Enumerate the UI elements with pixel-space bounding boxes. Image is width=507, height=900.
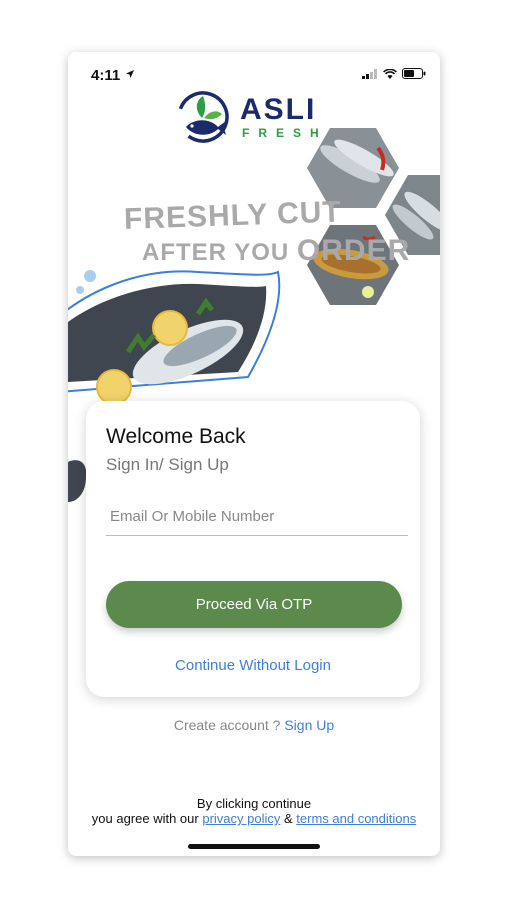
continue-without-login-link[interactable]: Continue Without Login xyxy=(86,657,420,674)
hero-tagline: FRESHLY CUT AFTER YOU ORDER xyxy=(123,195,410,266)
email-mobile-input[interactable] xyxy=(106,497,408,536)
legal-line-2: you agree with our privacy policy & term… xyxy=(68,811,440,826)
legal-prefix: you agree with our xyxy=(91,811,203,826)
create-account-row: Create account ? Sign Up xyxy=(68,717,440,733)
tagline-line-2-b: ORDER xyxy=(296,234,411,267)
tagline-line-2-a: AFTER YOU xyxy=(142,239,297,266)
login-subtitle: Sign In/ Sign Up xyxy=(106,455,229,474)
home-indicator[interactable] xyxy=(188,844,320,849)
battery-icon xyxy=(402,68,426,79)
tagline-line-1: FRESHLY CUT xyxy=(123,195,343,236)
status-icons xyxy=(362,68,426,79)
tagline-line-2: AFTER YOU ORDER xyxy=(142,236,410,266)
proceed-otp-button[interactable]: Proceed Via OTP xyxy=(106,581,402,628)
sign-up-link[interactable]: Sign Up xyxy=(284,717,334,733)
create-account-label: Create account ? xyxy=(173,717,285,733)
login-title: Welcome Back xyxy=(106,425,246,448)
wifi-icon xyxy=(383,68,397,79)
status-time: 4:11 xyxy=(91,67,121,84)
login-card: Welcome Back Sign In/ Sign Up Proceed Vi… xyxy=(86,401,420,697)
terms-link[interactable]: terms and conditions xyxy=(296,811,416,826)
fish-plate-illustration xyxy=(68,270,281,405)
privacy-policy-link[interactable]: privacy policy xyxy=(202,811,280,826)
legal-amp: & xyxy=(280,811,297,826)
signal-icon xyxy=(362,68,377,79)
legal-notice: By clicking continue you agree with our … xyxy=(68,796,440,826)
phone-screen: 4:11 ASLI FRESH FRESHLY CUT AFTER YOU OR… xyxy=(68,52,440,856)
legal-line-1: By clicking continue xyxy=(196,796,312,811)
location-arrow-icon xyxy=(126,70,134,78)
